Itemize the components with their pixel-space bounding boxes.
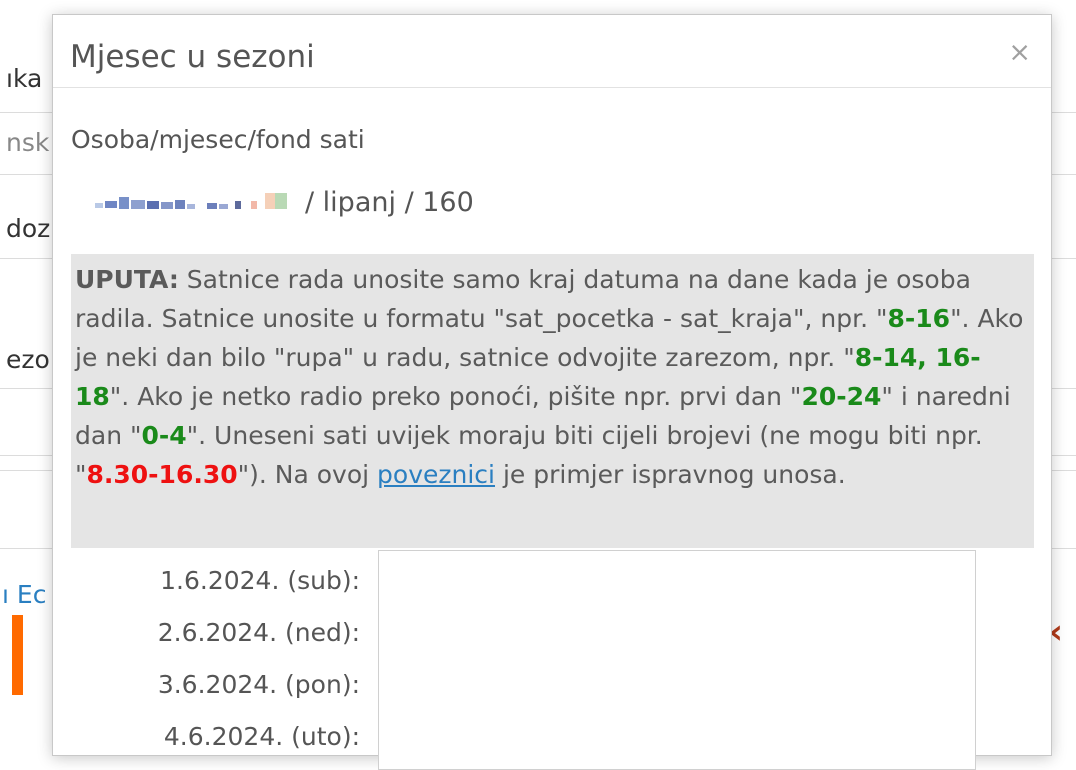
bg-text-fragment: ıka xyxy=(6,64,43,93)
date-label: 3.6.2024. (pon): xyxy=(157,670,360,699)
instructions-box: UPUTA: Satnice rada unosite samo kraj da… xyxy=(71,254,1034,548)
example-overnight-first: 20-24 xyxy=(801,382,882,411)
instructions-text: Satnice rada unosite samo kraj datuma na… xyxy=(75,265,971,333)
date-label: 2.6.2024. (ned): xyxy=(157,618,360,647)
redacted-person-name xyxy=(95,191,299,215)
instructions-text: "). Na ovoj xyxy=(237,460,378,489)
bg-link-fragment[interactable]: ı Ec xyxy=(2,580,46,609)
example-overnight-next: 0-4 xyxy=(141,421,187,450)
orange-progress-bar xyxy=(12,615,23,695)
bg-text-fragment: ezo xyxy=(6,345,50,374)
example-invalid: 8.30-16.30 xyxy=(86,460,238,489)
modal-header: Mjesec u sezoni × xyxy=(53,15,1051,88)
example-format: 8-16 xyxy=(887,304,951,333)
bg-text-fragment: doz xyxy=(6,214,51,243)
date-label: 4.6.2024. (uto): xyxy=(163,722,360,751)
instructions-text: je primjer ispravnog unosa. xyxy=(495,460,846,489)
working-hours-textarea[interactable] xyxy=(378,550,976,770)
month-hours-text: / lipanj / 160 xyxy=(305,187,474,218)
person-month-hours-value: / lipanj / 160 xyxy=(95,187,474,218)
date-label: 1.6.2024. (sub): xyxy=(160,566,360,595)
season-month-modal: Mjesec u sezoni × Osoba/mjesec/fond sati xyxy=(52,14,1052,770)
person-month-hours-label: Osoba/mjesec/fond sati xyxy=(71,125,365,154)
modal-title: Mjesec u sezoni xyxy=(70,39,315,75)
close-icon[interactable]: × xyxy=(1008,39,1031,66)
instructions-lead: UPUTA: xyxy=(75,265,179,294)
bg-text-fragment: nsk xyxy=(6,128,50,157)
example-link[interactable]: poveznici xyxy=(377,460,495,489)
instructions-text: ". Ako je netko radio preko ponoći, piši… xyxy=(109,382,802,411)
